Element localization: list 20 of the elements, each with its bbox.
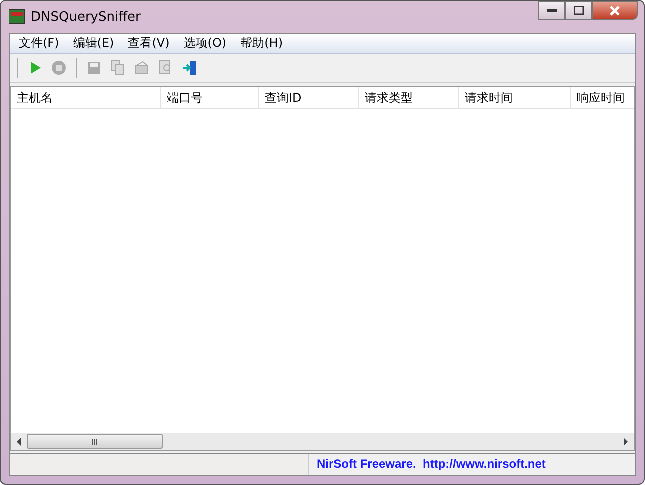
scroll-right-icon[interactable] [622, 438, 630, 446]
minimize-button[interactable] [538, 1, 565, 20]
minimize-icon [546, 8, 556, 12]
close-button[interactable] [592, 1, 638, 20]
status-link[interactable]: NirSoft Freeware. http://www.nirsoft.net [309, 454, 554, 475]
horizontal-scrollbar[interactable] [11, 433, 634, 450]
menu-item[interactable]: 查看(V) [121, 35, 177, 52]
close-icon [610, 6, 620, 16]
scroll-left-icon[interactable] [15, 438, 23, 446]
scroll-thumb[interactable] [27, 434, 163, 449]
window-title: DNSQuerySniffer [31, 10, 141, 24]
exit-icon[interactable] [182, 60, 198, 76]
app-icon [9, 9, 25, 25]
menu-item[interactable]: 选项(O) [176, 35, 234, 52]
menu-item[interactable]: 帮助(H) [234, 35, 290, 52]
menu-item[interactable]: 文件(F) [12, 35, 66, 52]
maximize-button[interactable] [565, 1, 592, 20]
maximize-icon [574, 6, 584, 15]
menu-item[interactable]: 编辑(E) [66, 35, 122, 52]
grip-icon [92, 438, 98, 444]
